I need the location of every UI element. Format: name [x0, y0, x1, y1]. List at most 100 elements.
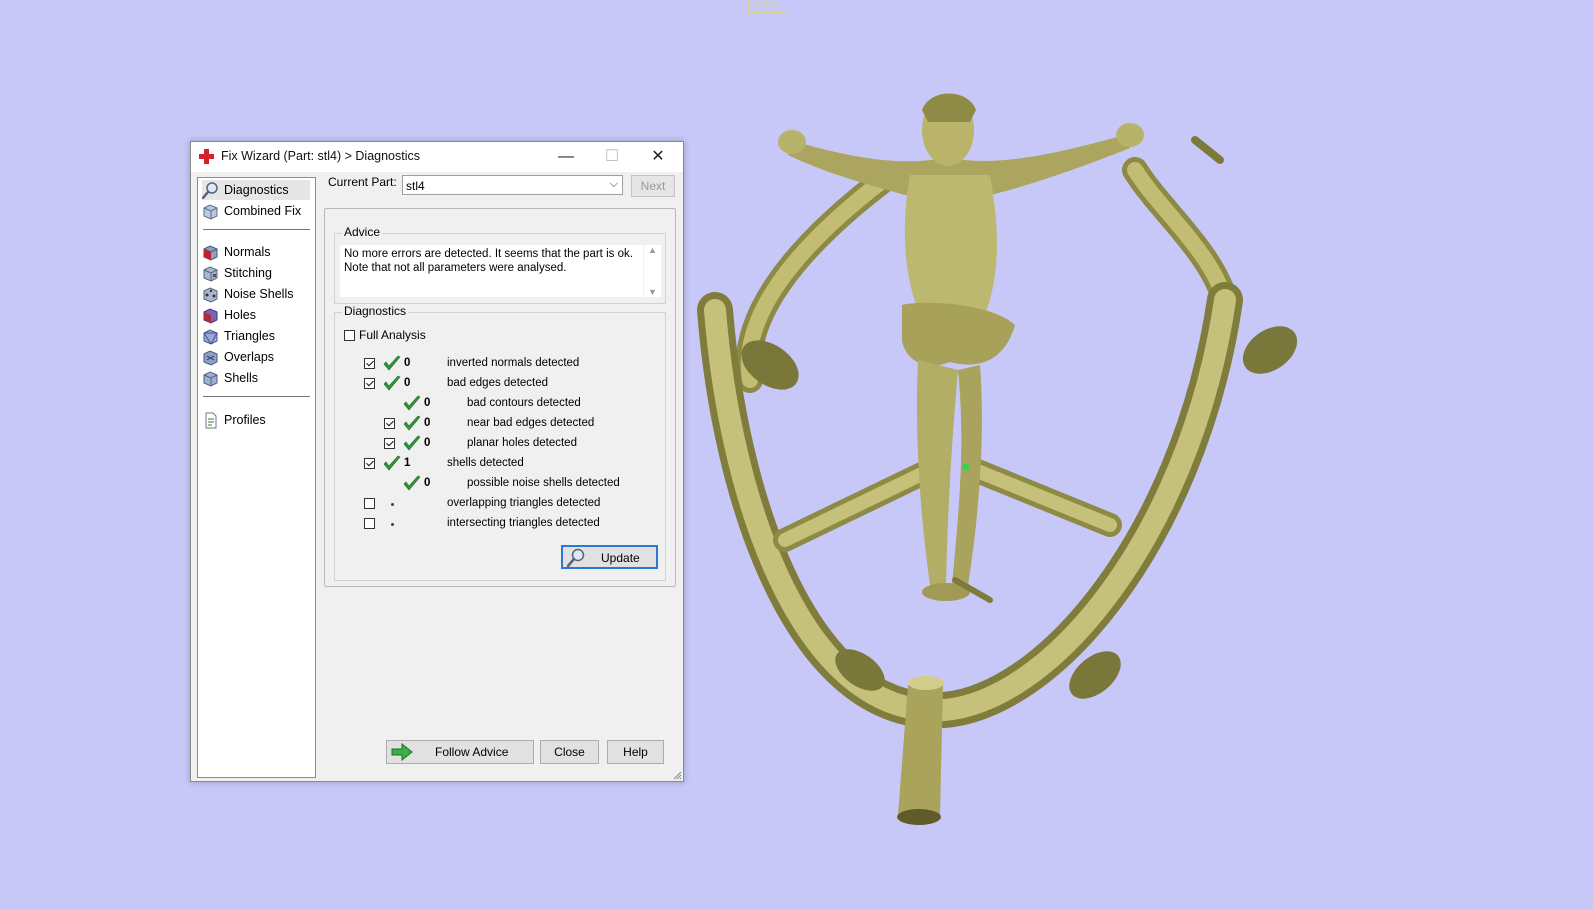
sidebar-item-triangles[interactable]: Triangles: [202, 326, 310, 346]
advice-text: No more errors are detected. It seems th…: [340, 245, 643, 297]
sidebar-item-label: Holes: [224, 308, 256, 322]
advice-group: Advice No more errors are detected. It s…: [334, 225, 666, 304]
green-check-icon: [403, 475, 421, 491]
close-button[interactable]: Close: [540, 740, 599, 764]
advice-legend: Advice: [342, 225, 383, 239]
green-check-icon: [383, 455, 401, 471]
green-check-icon: [403, 395, 421, 411]
sidebar-item-label: Normals: [224, 245, 271, 259]
full-analysis-option[interactable]: Full Analysis: [344, 328, 426, 342]
normals-cube-icon: [203, 244, 218, 261]
sidebar-item-noise-shells[interactable]: Noise Shells: [202, 284, 310, 304]
sidebar-item-label: Overlaps: [224, 350, 275, 364]
scroll-up-icon[interactable]: ▲: [644, 245, 661, 255]
diagnostic-row: 1 shells detected: [335, 455, 655, 473]
sidebar-item-label: Profiles: [224, 413, 266, 427]
sidebar-item-profiles[interactable]: Profiles: [202, 410, 310, 430]
close-window-button[interactable]: ✕: [635, 142, 681, 172]
window-title: Fix Wizard (Part: stl4) > Diagnostics: [221, 149, 421, 163]
update-button[interactable]: Update: [561, 545, 658, 569]
crucifix-model: [697, 93, 1298, 825]
current-part-select[interactable]: stl4 ⌵: [402, 175, 623, 195]
green-check-icon: [383, 355, 401, 371]
diagnostic-count: 0: [424, 477, 431, 489]
diagnostic-checkbox[interactable]: [384, 438, 395, 449]
diagnostic-label: bad contours detected: [467, 397, 581, 409]
magnifier-icon: [202, 181, 218, 199]
minimize-button[interactable]: —: [543, 142, 589, 172]
sidebar-item-stitching[interactable]: Stitching: [202, 263, 310, 283]
green-arrow-icon: [391, 743, 413, 761]
help-button[interactable]: Help: [607, 740, 664, 764]
full-analysis-checkbox[interactable]: [344, 329, 355, 341]
green-check-icon: [403, 415, 421, 431]
noise-shells-icon: [203, 286, 218, 303]
sidebar-item-holes[interactable]: Holes: [202, 305, 310, 325]
diagnostic-count: 0: [424, 417, 431, 429]
follow-advice-label: Follow Advice: [435, 745, 509, 759]
current-part-label: Current Part:: [328, 175, 397, 189]
chevron-down-icon: ⌵: [609, 178, 618, 190]
diagnostic-label: shells detected: [447, 457, 524, 469]
advice-scrollbar[interactable]: ▲ ▼: [644, 245, 661, 297]
diagnostic-count: 0: [424, 397, 431, 409]
green-check-icon: [403, 435, 421, 451]
sidebar-item-label: Diagnostics: [224, 183, 289, 197]
diagnostic-row: 0 inverted normals detected: [335, 355, 655, 373]
diagnostic-label: bad edges detected: [447, 377, 549, 389]
shells-cube-icon: [203, 370, 218, 387]
diagnostic-count: 0: [424, 437, 431, 449]
current-part-value: stl4: [406, 179, 425, 193]
maximize-button[interactable]: ☐: [589, 142, 635, 172]
sidebar-item-diagnostics[interactable]: Diagnostics: [202, 180, 310, 200]
diagnostic-row: 0 planar holes detected: [335, 435, 655, 453]
diagnostic-checkbox[interactable]: [364, 358, 375, 369]
title-bar[interactable]: Fix Wizard (Part: stl4) > Diagnostics — …: [191, 142, 683, 172]
next-button[interactable]: Next: [631, 175, 675, 197]
sidebar-item-label: Stitching: [224, 266, 272, 280]
diagnostic-count: 0: [404, 357, 411, 369]
diagnostic-checkbox[interactable]: [364, 518, 375, 529]
diagnostic-label: possible noise shells detected: [467, 477, 620, 489]
advice-line: Note that not all parameters were analys…: [344, 261, 567, 274]
sidebar-item-combined-fix[interactable]: Combined Fix: [202, 201, 310, 221]
diagnostic-label: inverted normals detected: [447, 357, 580, 369]
resize-grip-icon[interactable]: [672, 770, 682, 780]
stitching-cube-icon: [203, 265, 218, 282]
diagnostic-label: planar holes detected: [467, 437, 577, 449]
holes-cube-icon: [203, 307, 218, 324]
diagnostic-row: overlapping triangles detected: [335, 495, 655, 513]
sidebar-divider: [203, 229, 310, 230]
wcs-indicator: WCS: [748, 0, 786, 13]
sidebar-item-overlaps[interactable]: Overlaps: [202, 347, 310, 367]
sidebar-item-label: Triangles: [224, 329, 275, 343]
diagnostics-group: Diagnostics Full Analysis 0 inverted norm…: [334, 304, 666, 581]
green-check-icon: [383, 375, 401, 391]
cube-icon: [203, 203, 218, 220]
diagnostic-row: 0 near bad edges detected: [335, 415, 655, 433]
diagnostic-checkbox[interactable]: [364, 378, 375, 389]
diagnostic-row: 0 possible noise shells detected: [335, 475, 655, 493]
advice-line: No more errors are detected. It seems th…: [344, 248, 633, 260]
diagnostic-row: intersecting triangles detected: [335, 515, 655, 533]
wizard-sidebar: Diagnostics Combined Fix Normals Stitchi…: [197, 177, 316, 778]
diagnostic-checkbox[interactable]: [364, 498, 375, 509]
sidebar-item-label: Noise Shells: [224, 287, 294, 301]
diagnostic-label: intersecting triangles detected: [447, 517, 600, 529]
model-viewport[interactable]: [690, 80, 1330, 850]
magnifier-icon: [566, 548, 585, 568]
sidebar-item-shells[interactable]: Shells: [202, 368, 310, 388]
full-analysis-label: Full Analysis: [359, 328, 426, 342]
follow-advice-button[interactable]: Follow Advice: [386, 740, 534, 764]
diagnostic-checkbox[interactable]: [384, 418, 395, 429]
diagnostic-label: overlapping triangles detected: [447, 497, 601, 509]
red-cross-icon: [199, 149, 214, 164]
sidebar-item-label: Shells: [224, 371, 259, 385]
scroll-down-icon[interactable]: ▼: [644, 287, 661, 297]
sidebar-item-normals[interactable]: Normals: [202, 242, 310, 262]
diagnostic-checkbox[interactable]: [364, 458, 375, 469]
fix-wizard-dialog: Fix Wizard (Part: stl4) > Diagnostics — …: [190, 141, 684, 782]
not-analysed-dot-icon: [391, 523, 394, 526]
diagnostic-count: 0: [404, 377, 411, 389]
diagnostics-legend: Diagnostics: [342, 304, 409, 318]
